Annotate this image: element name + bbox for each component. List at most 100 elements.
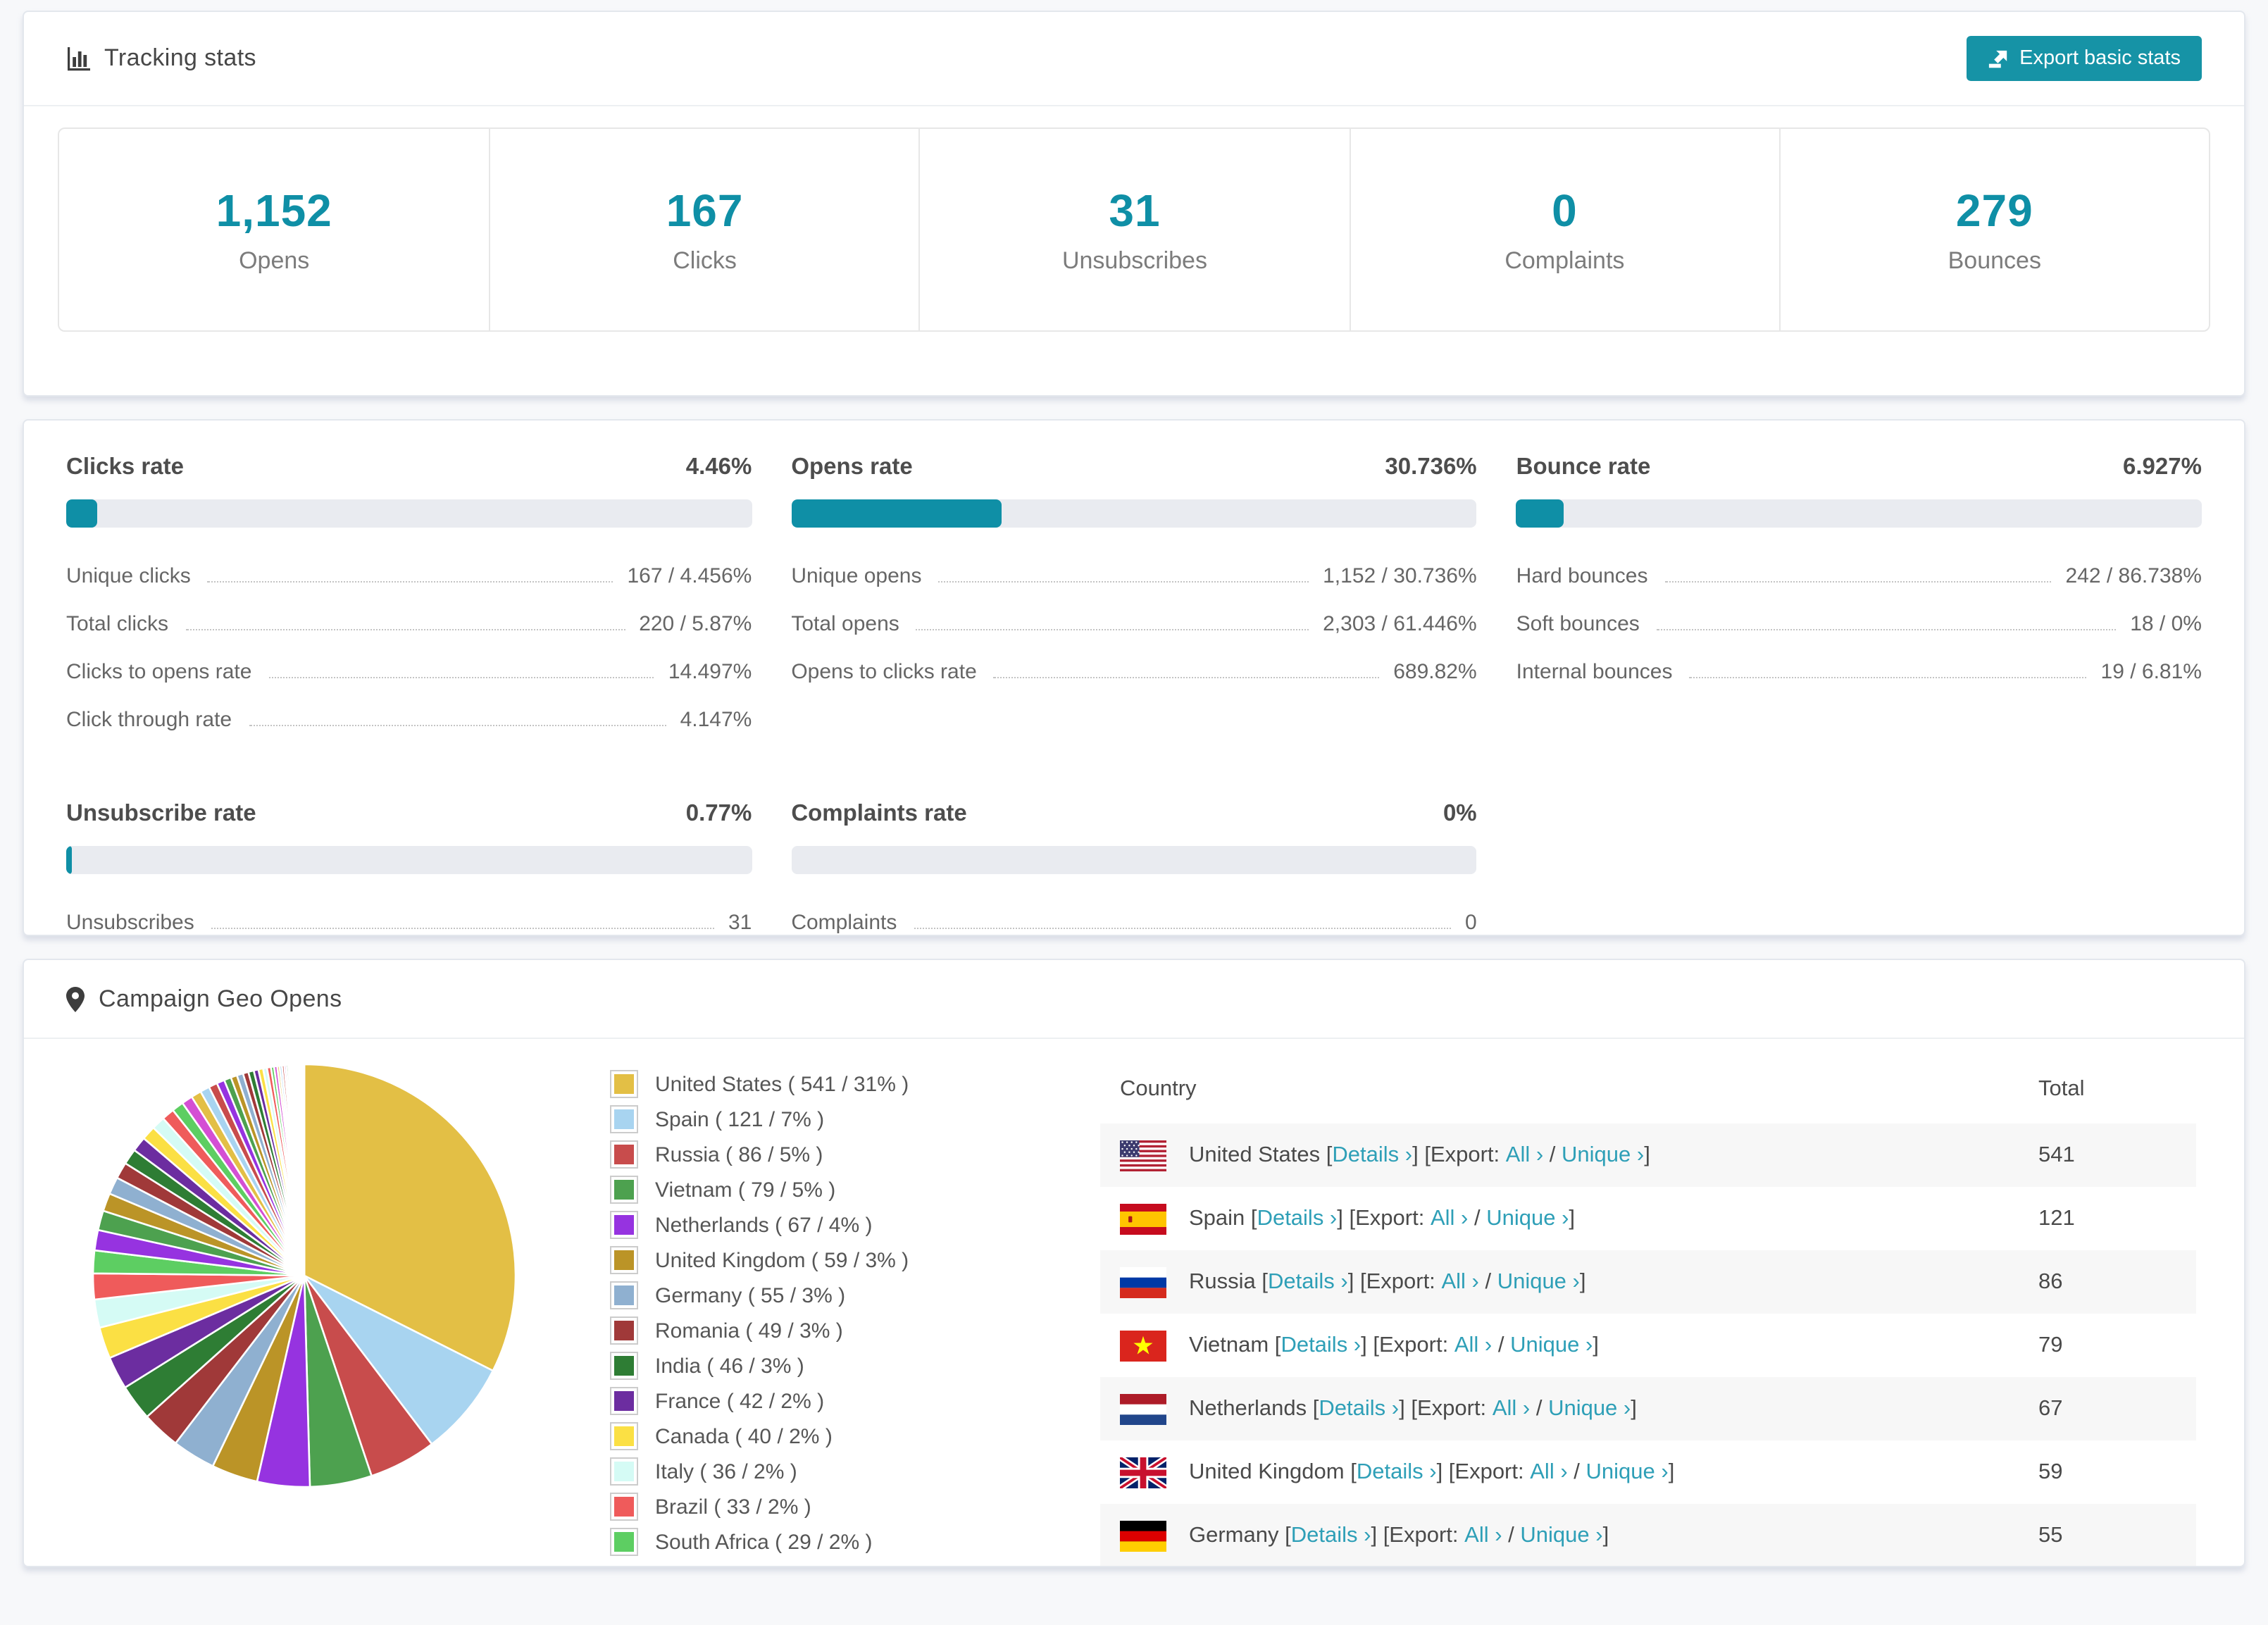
legend-label: United States ( 541 / 31% ) [655,1072,909,1096]
progress-track [66,846,752,874]
export-all-link[interactable]: All › [1506,1143,1543,1168]
legend-item-united-states[interactable]: United States ( 541 / 31% ) [610,1070,1100,1098]
metric-label: Opens to clicks rate [791,660,976,684]
stat-card-clicks: 167 Clicks [489,129,918,330]
stat-value: 167 [666,185,744,237]
export-unique-link[interactable]: Unique › [1562,1143,1644,1168]
stat-value: 279 [1956,185,2033,237]
geo-card-header: Campaign Geo Opens [24,960,2244,1039]
legend-item-canada[interactable]: Canada ( 40 / 2% ) [610,1422,1100,1450]
legend-swatch [610,1211,638,1239]
dotted-leader [185,629,625,630]
legend-label: India ( 46 / 3% ) [655,1354,804,1378]
dotted-leader [914,928,1451,929]
progress-fill [791,499,1002,528]
bracket: [ [1279,1523,1291,1548]
metric-label: Internal bounces [1516,660,1673,684]
details-link[interactable]: Details › [1319,1396,1399,1421]
legend-label: Romania ( 49 / 3% ) [655,1319,843,1343]
export-all-link[interactable]: All › [1454,1333,1492,1358]
flag-icon-es [1120,1203,1166,1234]
metric-row-unique-opens: Unique opens 1,152 / 30.736% [791,550,1476,598]
legend-item-romania[interactable]: Romania ( 49 / 3% ) [610,1316,1100,1345]
details-link[interactable]: Details › [1281,1333,1361,1358]
metric-label: Unique clicks [66,564,191,588]
progress-track [791,846,1476,874]
metric-value: 14.497% [668,660,752,684]
legend-item-italy[interactable]: Italy ( 36 / 2% ) [610,1457,1100,1486]
legend-item-france[interactable]: France ( 42 / 2% ) [610,1387,1100,1415]
export-unique-link[interactable]: Unique › [1497,1269,1580,1295]
legend-item-brazil[interactable]: Brazil ( 33 / 2% ) [610,1493,1100,1521]
legend-label: Canada ( 40 / 2% ) [655,1424,833,1448]
export-unique-link[interactable]: Unique › [1486,1206,1569,1231]
metric-label: Hard bounces [1516,564,1648,588]
rate-title: Opens rate [791,454,912,481]
country-total: 79 [2019,1314,2196,1377]
details-link[interactable]: Details › [1257,1206,1338,1231]
export-all-link[interactable]: All › [1441,1269,1478,1295]
legend-label: Germany ( 55 / 3% ) [655,1283,845,1307]
flag-icon-ru [1120,1266,1166,1297]
rate-panel-opens-rate: Opens rate 30.736% Unique opens 1,152 / … [791,454,1476,742]
metric-row-unique-clicks: Unique clicks 167 / 4.456% [66,550,752,598]
details-link[interactable]: Details › [1268,1269,1348,1295]
legend-swatch [610,1352,638,1380]
export-unique-link[interactable]: Unique › [1548,1396,1631,1421]
stats-summary-row: 1,152 Opens167 Clicks31 Unsubscribes0 Co… [58,127,2210,332]
export-all-link[interactable]: All › [1464,1523,1502,1548]
bracket: [ [1269,1333,1281,1358]
stat-card-unsubscribes: 31 Unsubscribes [919,129,1349,330]
progress-track [791,499,1476,528]
export-all-link[interactable]: All › [1530,1459,1567,1485]
column-header-total: Total [2019,1056,2196,1123]
metric-value: 18 / 0% [2130,612,2202,636]
stat-value: 31 [1109,185,1160,237]
legend-item-south-africa[interactable]: South Africa ( 29 / 2% ) [610,1528,1100,1556]
flag-icon-us [1120,1140,1166,1171]
legend-item-germany[interactable]: Germany ( 55 / 3% ) [610,1281,1100,1309]
country-name: Russia [1189,1269,1256,1295]
rate-value: 4.46% [686,454,752,481]
export-unique-link[interactable]: Unique › [1520,1523,1602,1548]
details-link[interactable]: Details › [1332,1143,1412,1168]
bracket: [ [1307,1396,1319,1421]
legend-item-netherlands[interactable]: Netherlands ( 67 / 4% ) [610,1211,1100,1239]
metric-label: Total clicks [66,612,168,636]
legend-label: Spain ( 121 / 7% ) [655,1107,824,1131]
export-unique-link[interactable]: Unique › [1510,1333,1593,1358]
metric-value: 167 / 4.456% [628,564,752,588]
geo-table-row-netherlands: Netherlands [Details ›] [Export: All › /… [1100,1377,2196,1440]
rate-panel-bounce-rate: Bounce rate 6.927% Hard bounces 242 / 86… [1516,454,2202,742]
details-link[interactable]: Details › [1291,1523,1371,1548]
geo-table: Country Total United States [Details ›] … [1100,1056,2196,1567]
geo-body: United States ( 541 / 31% ) Spain ( 121 … [24,1039,2244,1567]
dotted-leader [1657,629,2116,630]
metric-value: 242 / 86.738% [2065,564,2202,588]
metric-value: 1,152 / 30.736% [1323,564,1477,588]
legend-label: France ( 42 / 2% ) [655,1389,824,1413]
stat-card-bounces: 279 Bounces [1779,129,2209,330]
country-total: 121 [2019,1187,2196,1250]
legend-item-spain[interactable]: Spain ( 121 / 7% ) [610,1105,1100,1133]
legend-item-vietnam[interactable]: Vietnam ( 79 / 5% ) [610,1176,1100,1204]
export-unique-link[interactable]: Unique › [1586,1459,1669,1485]
bar-chart-icon [66,46,90,70]
legend-item-russia[interactable]: Russia ( 86 / 5% ) [610,1140,1100,1169]
map-pin-icon [66,986,85,1011]
legend-item-india[interactable]: India ( 46 / 3% ) [610,1352,1100,1380]
export-all-link[interactable]: All › [1493,1396,1530,1421]
metric-label: Click through rate [66,708,232,732]
export-all-link[interactable]: All › [1431,1206,1468,1231]
legend-swatch [610,1422,638,1450]
dotted-leader [1690,677,2087,678]
country-total: 86 [2019,1250,2196,1314]
legend-swatch [610,1493,638,1521]
geo-table-row-united-kingdom: United Kingdom [Details ›] [Export: All … [1100,1440,2196,1504]
progress-fill [66,846,71,874]
legend-item-united-kingdom[interactable]: United Kingdom ( 59 / 3% ) [610,1246,1100,1274]
stat-label: Opens [239,247,309,275]
metric-value: 220 / 5.87% [639,612,752,636]
details-link[interactable]: Details › [1357,1459,1437,1485]
export-basic-stats-button[interactable]: Export basic stats [1966,36,2202,81]
